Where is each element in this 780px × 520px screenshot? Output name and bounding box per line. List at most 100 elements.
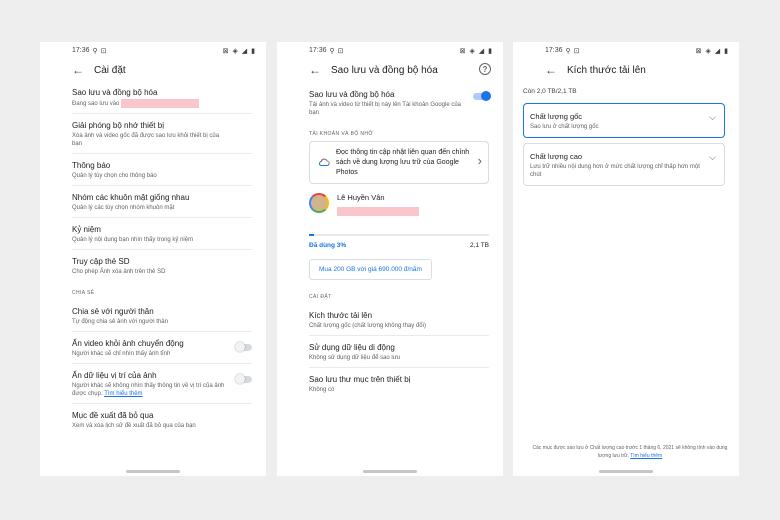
setting-subtitle: Cho phép Ảnh xóa ảnh trên thẻ SD <box>72 269 166 276</box>
option-high-quality[interactable]: Chất lượng cao Lưu trữ nhiều nội dung hơ… <box>523 143 725 186</box>
toggle-knob <box>235 374 245 385</box>
alarm-icon: ⚲ <box>565 47 571 55</box>
page-title: Kích thước tải lên <box>567 64 646 76</box>
setting-notifications[interactable]: Thông báo Quản lý tùy chọn cho thông báo <box>72 154 252 187</box>
backup-sync-screen: 17:36 ⚲ ⊡ ⊠ ◈ ◢ ▮ ← Sao lưu và đồng bộ hóa… <box>277 42 503 476</box>
setting-title: Thông báo <box>72 161 111 171</box>
backup-sync-toggle[interactable] <box>473 91 491 101</box>
chevron-right-icon: › <box>477 153 482 168</box>
setting-backup-sync[interactable]: Sao lưu và đồng bộ hóa Đang sao lưu vào <box>72 81 252 115</box>
backup-sync-setting[interactable]: Sao lưu và đồng bộ hóa Tải ảnh và video … <box>309 81 491 122</box>
setting-title: Ẩn dữ liệu vị trí của ảnh <box>72 371 157 381</box>
setting-title: Nhóm các khuôn mặt giống nhau <box>72 193 190 203</box>
status-bar: 17:36 ⚲ ⊡ ⊠ ◈ ◢ ▮ <box>513 42 739 59</box>
setting-title: Chia sẻ với người thân <box>72 307 154 317</box>
learn-more-link[interactable]: Tìm hiểu thêm <box>104 391 142 397</box>
upload-size-screen: 17:36 ⚲ ⊡ ⊠ ◈ ◢ ▮ ← Kích thước tải lên Còn… <box>513 42 739 476</box>
gesture-bar[interactable] <box>126 470 180 473</box>
app-bar: ← Cài đặt <box>40 59 266 81</box>
setting-subtitle: Chất lượng gốc (chất lượng không thay đổ… <box>309 323 426 329</box>
learn-more-link[interactable]: Tìm hiểu thêm <box>630 453 662 459</box>
setting-device-folders[interactable]: Sao lưu thư mục trên thiết bị Không có <box>309 368 489 399</box>
alarm-icon: ⚲ <box>329 47 335 55</box>
setting-subtitle: Xem và xóa lịch sử đề xuất đã bỏ qua của… <box>72 423 196 430</box>
setting-partner-sharing[interactable]: Chia sẻ với người thân Tự động chia sẻ ả… <box>72 300 252 333</box>
setting-subtitle: Quản lý tùy chọn cho thông báo <box>72 173 157 180</box>
status-icons: ⊠ ◈ ◢ ▮ <box>695 47 729 55</box>
setting-subtitle: Quản lý các tùy chọn nhóm khuôn mặt <box>72 205 175 212</box>
buy-storage-button[interactable]: Mua 200 GB với giá 690.000 đ/năm <box>309 259 432 280</box>
setting-title: Mục đề xuất đã bỏ qua <box>72 411 154 421</box>
back-arrow-icon[interactable]: ← <box>545 64 567 76</box>
section-header-sharing: CHIA SẺ <box>72 290 95 297</box>
setting-subtitle: Không sử dụng dữ liệu để sao lưu <box>309 355 401 361</box>
status-time: 17:36 <box>72 47 90 54</box>
setting-subtitle: Tải ảnh và video từ thiết bị này lên Tài… <box>309 102 462 116</box>
setting-upload-size[interactable]: Kích thước tải lên Chất lượng gốc (chất … <box>309 304 489 336</box>
hide-location-toggle[interactable] <box>235 374 252 385</box>
settings-screen: 17:36 ⚲ ⊡ ⊠ ◈ ◢ ▮ ← Cài đặt Sao lưu và đồn… <box>40 42 266 476</box>
chevron-down-icon: ⌵ <box>709 152 716 162</box>
lock-icon: ⊡ <box>337 47 344 55</box>
page-title: Sao lưu và đồng bộ hóa <box>331 64 438 76</box>
section-header-settings: CÀI ĐẶT <box>309 294 332 300</box>
setting-memories[interactable]: Kỷ niệm Quản lý nội dung bạn nhìn thấy t… <box>72 218 252 251</box>
setting-sd-card[interactable]: Truy cập thẻ SD Cho phép Ảnh xóa ảnh trê… <box>72 250 252 281</box>
option-subtitle: Sao lưu ở chất lượng gốc <box>530 124 599 130</box>
setting-title: Giải phóng bộ nhớ thiết bị <box>72 121 164 131</box>
storage-used-label: Đã dùng 3% <box>309 242 347 249</box>
setting-skipped-suggestions[interactable]: Mục đề xuất đã bỏ qua Xem và xóa lịch sử… <box>72 404 252 435</box>
option-subtitle: Lưu trữ nhiều nội dung hơn ở mức chất lư… <box>530 164 700 178</box>
lock-icon: ⊡ <box>100 47 107 55</box>
status-bar: 17:36 ⚲ ⊡ ⊠ ◈ ◢ ▮ <box>40 42 266 59</box>
status-time: 17:36 <box>309 47 327 54</box>
setting-subtitle: Tự động chia sẻ ảnh với người thân <box>72 319 168 326</box>
setting-free-up-space[interactable]: Giải phóng bộ nhớ thiết bị Xóa ảnh và vi… <box>72 114 252 155</box>
status-time: 17:36 <box>545 47 563 54</box>
status-bar: 17:36 ⚲ ⊡ ⊠ ◈ ◢ ▮ <box>277 42 503 59</box>
setting-subtitle: Người khác sẽ chỉ nhìn thấy ảnh tĩnh <box>72 351 171 358</box>
setting-title: Sao lưu thư mục trên thiết bị <box>309 375 411 384</box>
setting-title: Truy cập thẻ SD <box>72 257 130 267</box>
storage-remaining: Còn 2,0 TB/2,1 TB <box>523 88 577 95</box>
alarm-icon: ⚲ <box>92 47 98 55</box>
gesture-bar[interactable] <box>363 470 417 473</box>
setting-title: Kỷ niệm <box>72 225 101 235</box>
redacted-email <box>337 207 419 217</box>
status-icons: ⊠ ◈ ◢ ▮ <box>222 47 256 55</box>
setting-subtitle: Không có <box>309 387 335 393</box>
storage-total-label: 2,1 TB <box>469 242 489 249</box>
setting-title: Sao lưu và đồng bộ hóa <box>72 88 158 97</box>
option-title: Chất lượng gốc <box>530 112 583 121</box>
option-title: Chất lượng cao <box>530 152 583 161</box>
app-bar: ← Sao lưu và đồng bộ hóa ? <box>277 59 503 81</box>
status-icons: ⊠ ◈ ◢ ▮ <box>459 47 493 55</box>
avatar <box>309 193 329 213</box>
option-original-quality[interactable]: Chất lượng gốc Sao lưu ở chất lượng gốc … <box>523 103 725 138</box>
toggle-knob <box>481 91 491 101</box>
account-name: Lê Huyền Vân <box>337 193 385 202</box>
setting-subtitle: Quản lý nội dung bạn nhìn thấy trong kỷ … <box>72 237 194 244</box>
setting-title: Ẩn video khỏi ảnh chuyển động <box>72 339 184 349</box>
setting-title: Kích thước tải lên <box>309 311 373 320</box>
setting-subtitle: Người khác sẽ không nhìn thấy thông tin … <box>72 383 225 398</box>
storage-progress-fill <box>309 234 315 236</box>
toggle-knob <box>235 342 245 353</box>
setting-title: Sử dụng dữ liệu di động <box>309 343 395 352</box>
setting-hide-location[interactable]: Ẩn dữ liệu vị trí của ảnh Người khác sẽ … <box>72 364 252 405</box>
setting-face-grouping[interactable]: Nhóm các khuôn mặt giống nhau Quản lý cá… <box>72 186 252 219</box>
quality-note: Các mục được sao lưu ở Chất lượng cao tr… <box>531 444 729 460</box>
setting-hide-motion-video[interactable]: Ẩn video khỏi ảnh chuyển động Người khác… <box>72 332 252 365</box>
policy-update-card[interactable]: Đọc thông tin cập nhật liên quan đến chí… <box>309 141 489 184</box>
section-header-account-storage: TÀI KHOẢN VÀ BỘ NHỚ <box>309 131 374 137</box>
setting-mobile-data[interactable]: Sử dụng dữ liệu di động Không sử dụng dữ… <box>309 336 489 368</box>
back-arrow-icon[interactable]: ← <box>309 64 331 76</box>
cloud-icon <box>318 158 330 166</box>
back-arrow-icon[interactable]: ← <box>72 64 94 76</box>
policy-update-text: Đọc thông tin cập nhật liên quan đến chí… <box>336 149 470 176</box>
help-icon[interactable]: ? <box>479 63 491 75</box>
redacted-email <box>121 99 200 108</box>
setting-subtitle: Xóa ảnh và video gốc đã được sao lưu khỏ… <box>72 133 220 148</box>
hide-motion-video-toggle[interactable] <box>235 342 252 353</box>
gesture-bar[interactable] <box>599 470 653 473</box>
